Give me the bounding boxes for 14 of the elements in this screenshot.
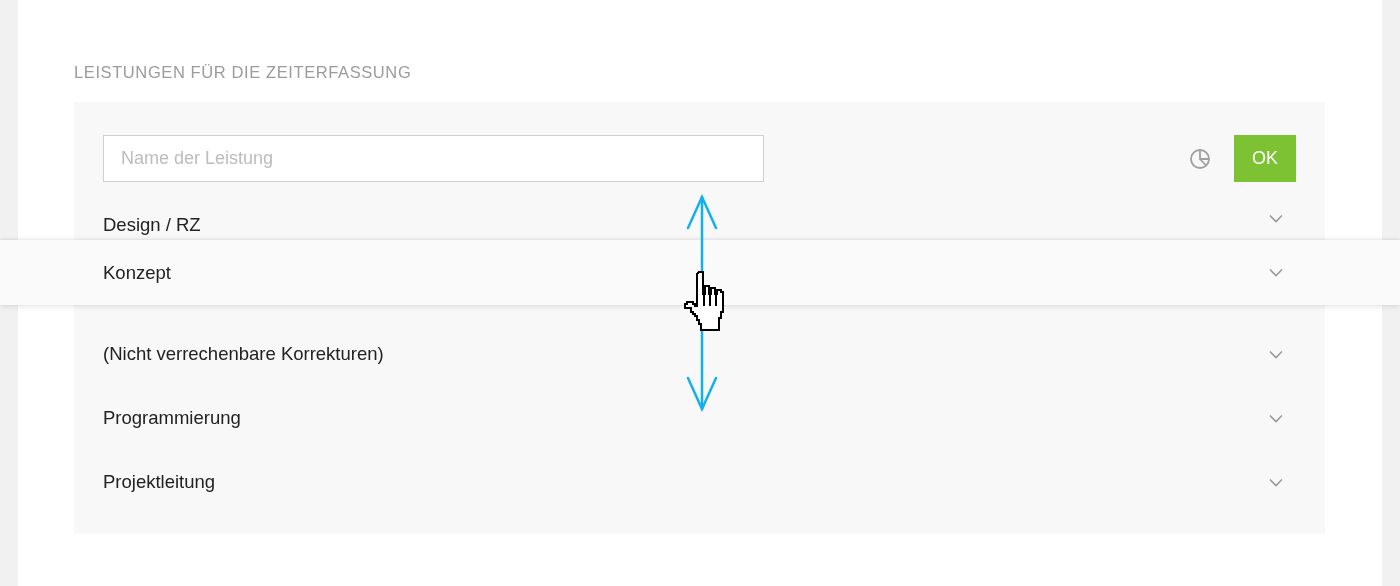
service-name: Programmierung	[103, 407, 242, 429]
pie-chart-icon[interactable]	[1188, 146, 1212, 171]
service-name: Konzept	[103, 261, 172, 284]
service-name: (Nicht verrechenbare Korrekturen)	[103, 343, 385, 365]
chevron-down-icon[interactable]	[1269, 349, 1283, 359]
service-name: Design / RZ	[103, 214, 202, 236]
service-name: Projektleitung	[103, 471, 217, 493]
section-heading: LEISTUNGEN FÜR DIE ZEITERFASSUNG	[74, 62, 413, 83]
chevron-down-icon[interactable]	[1269, 413, 1283, 423]
name-input-field[interactable]: Name der Leistung	[103, 135, 764, 182]
chevron-down-icon[interactable]	[1269, 477, 1283, 487]
chevron-down-icon[interactable]	[1269, 268, 1283, 277]
dragged-row[interactable]: Konzept	[0, 240, 1400, 305]
chevron-down-icon[interactable]	[1269, 214, 1283, 223]
